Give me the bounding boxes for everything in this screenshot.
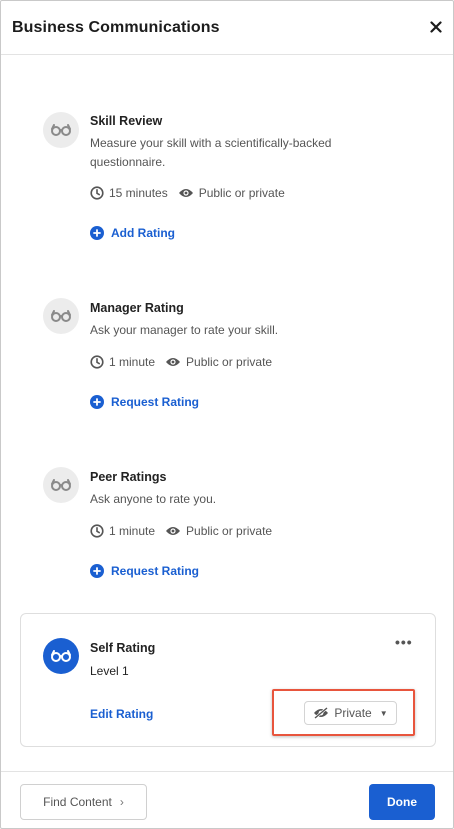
rating-title: Skill Review: [90, 114, 163, 128]
duration: 15 minutes: [90, 186, 168, 200]
action-label: Request Rating: [111, 395, 200, 409]
visibility: Public or private: [178, 186, 285, 200]
glasses-icon: [43, 638, 79, 674]
more-options-button[interactable]: •••: [395, 634, 413, 650]
privacy-label: Private: [334, 706, 372, 720]
edit-rating-button[interactable]: Edit Rating: [90, 707, 153, 721]
visibility-text: Public or private: [198, 186, 285, 200]
clock-icon: [90, 524, 104, 538]
rating-description: Measure your skill with a scientifically…: [90, 136, 332, 169]
glasses-icon: [43, 467, 79, 503]
find-content-label: Find Content: [43, 795, 112, 809]
self-rating-level: Level 1: [90, 664, 129, 678]
rating-title: Manager Rating: [90, 301, 184, 315]
visibility-text: Public or private: [186, 355, 273, 369]
modal-title: Business Communications: [12, 19, 220, 36]
visibility: Public or private: [165, 355, 272, 369]
action-label: Add Rating: [111, 226, 175, 240]
rating-description: Ask your manager to rate your skill.: [90, 323, 279, 337]
add-rating-button[interactable]: Add Rating: [90, 226, 175, 240]
duration: 1 minute: [90, 355, 155, 369]
request-manager-rating-button[interactable]: Request Rating: [90, 395, 199, 409]
action-label: Request Rating: [111, 564, 200, 578]
duration-text: 15 minutes: [109, 186, 168, 200]
modal-header: Business Communications: [1, 1, 453, 55]
eye-slash-icon: [314, 707, 329, 719]
request-peer-rating-button[interactable]: Request Rating: [90, 564, 199, 578]
glasses-icon: [43, 298, 79, 334]
glasses-icon: [43, 112, 79, 148]
privacy-dropdown[interactable]: Private ▼: [304, 701, 397, 725]
plus-circle-icon: [90, 226, 104, 240]
duration-text: 1 minute: [109, 524, 156, 538]
rating-description: Ask anyone to rate you.: [90, 492, 217, 506]
rating-title: Peer Ratings: [90, 470, 167, 484]
visibility: Public or private: [165, 524, 272, 538]
close-icon: [430, 21, 442, 33]
self-rating-title: Self Rating: [90, 641, 156, 655]
eye-icon: [166, 358, 181, 366]
clock-icon: [90, 355, 104, 369]
done-button[interactable]: Done: [369, 784, 435, 820]
find-content-button[interactable]: Find Content ›: [20, 784, 147, 820]
eye-icon: [166, 527, 181, 535]
duration: 1 minute: [90, 524, 155, 538]
duration-text: 1 minute: [109, 355, 156, 369]
plus-circle-icon: [90, 564, 104, 578]
rating-meta: 1 minute Public or private: [90, 355, 282, 369]
rating-meta: 15 minutes Public or private: [90, 186, 295, 200]
chevron-right-icon: ›: [119, 795, 124, 809]
eye-icon: [178, 189, 193, 197]
caret-down-icon: ▼: [379, 708, 388, 718]
clock-icon: [90, 186, 104, 200]
visibility-text: Public or private: [186, 524, 273, 538]
rating-meta: 1 minute Public or private: [90, 524, 282, 538]
plus-circle-icon: [90, 395, 104, 409]
close-button[interactable]: [425, 16, 447, 38]
modal-dialog: Business Communications Skill Review Mea…: [0, 0, 454, 829]
modal-footer: Find Content › Done: [1, 771, 453, 829]
